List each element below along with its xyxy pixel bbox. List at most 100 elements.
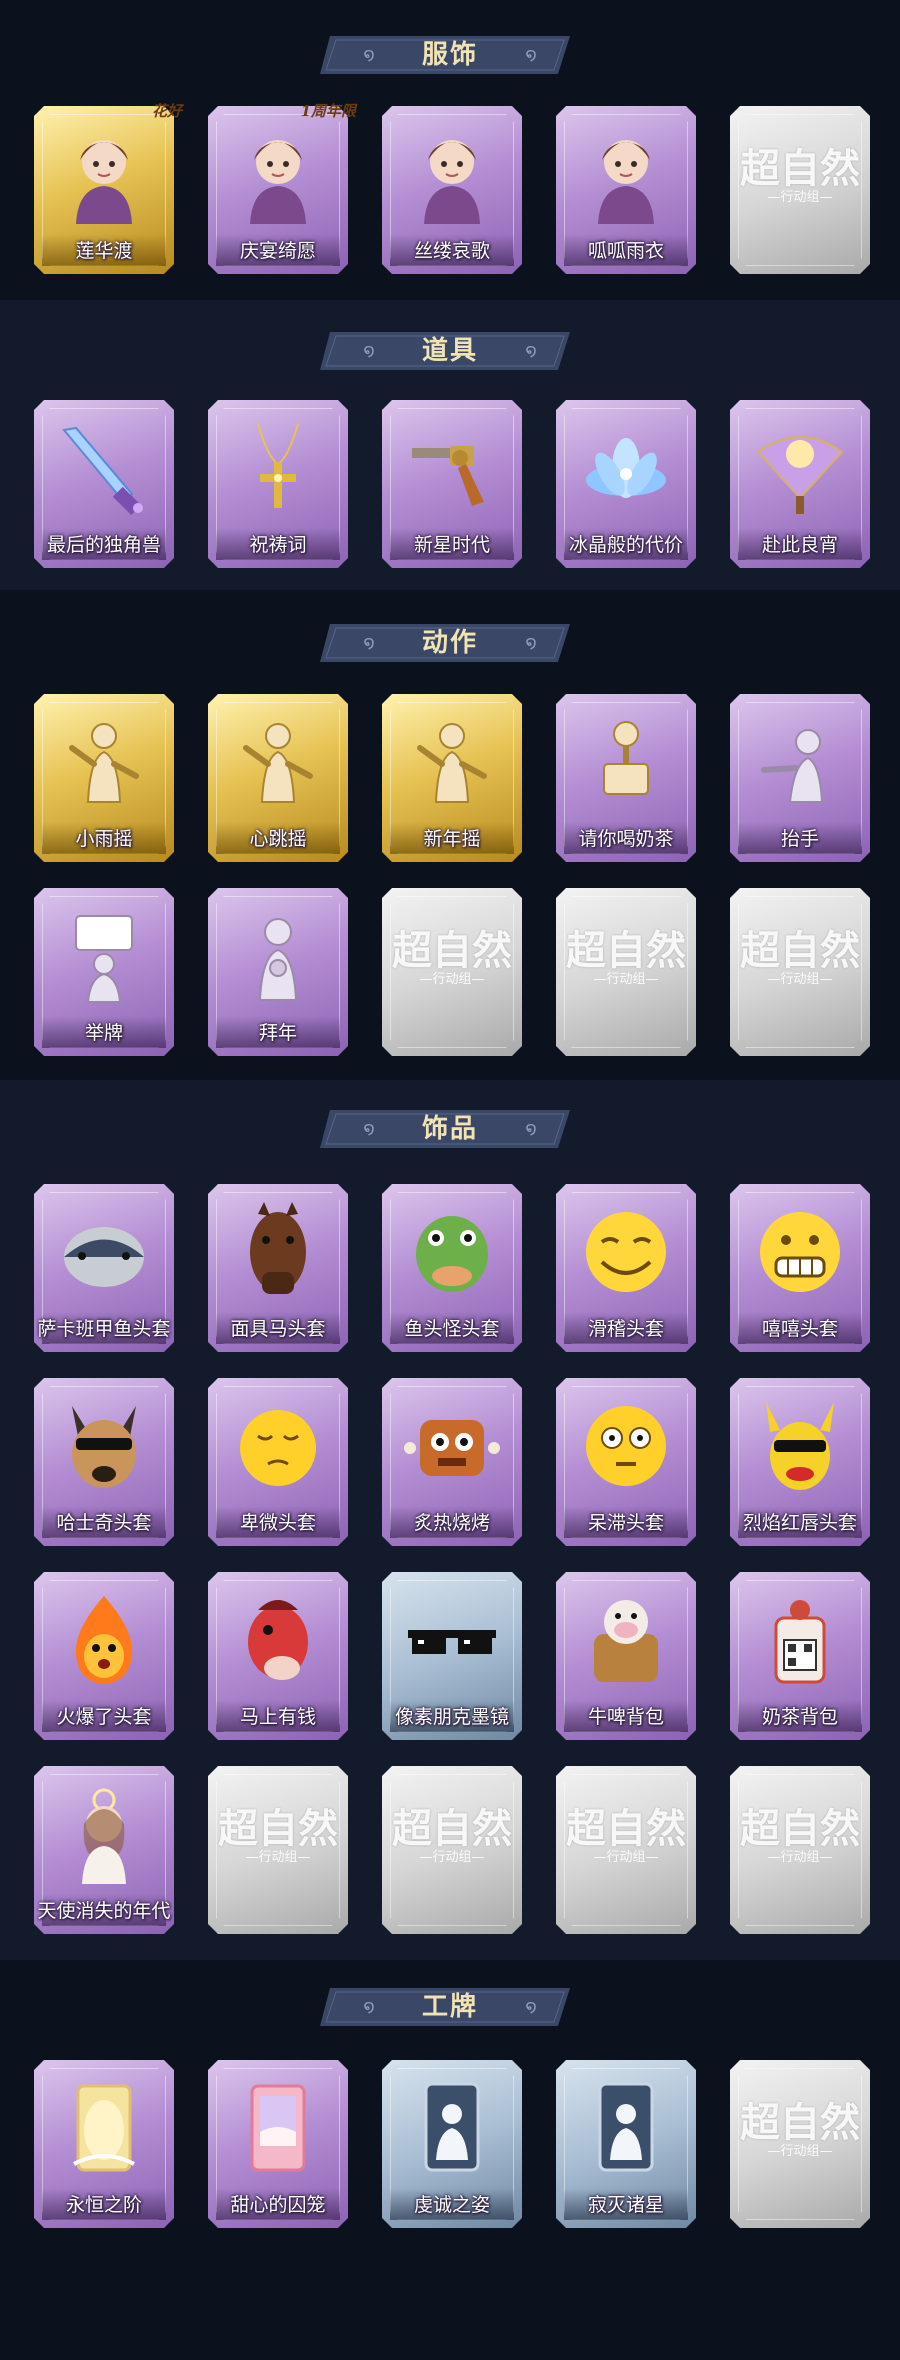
item-name: 举牌 xyxy=(84,1022,123,1044)
locked-item-card[interactable]: 超自然 —行动组— xyxy=(382,888,522,1056)
silhouette-badge-icon xyxy=(576,2078,676,2178)
item-name: 奶茶背包 xyxy=(761,1706,838,1728)
locked-item-card[interactable]: 超自然 —行动组— xyxy=(382,1766,522,1934)
item-name: 呱呱雨衣 xyxy=(587,240,664,262)
locked-item-card[interactable]: 超自然 —行动组— xyxy=(556,1766,696,1934)
item-card[interactable]: 莲华渡 花好 xyxy=(34,102,182,274)
item-name: 鱼头怪头套 xyxy=(404,1318,500,1340)
watermark-subtitle: —行动组— xyxy=(419,1850,485,1865)
costume-portrait-icon xyxy=(576,124,676,224)
item-card[interactable]: 呆滞头套 xyxy=(556,1378,696,1546)
item-card[interactable]: 庆宴绮愿 1周年限 xyxy=(208,102,356,274)
dance-pose-icon xyxy=(228,712,328,812)
item-card[interactable]: 奶茶背包 xyxy=(730,1572,870,1740)
section-header-accessories: ໑ 饰品 ໑ xyxy=(320,1106,580,1152)
horse-mask-icon xyxy=(228,1202,328,1302)
item-name: 最后的独角兽 xyxy=(46,534,161,556)
item-card[interactable]: 永恒之阶 xyxy=(34,2060,174,2228)
revolver-icon xyxy=(402,418,502,518)
item-card[interactable]: 冰晶般的代价 xyxy=(556,400,696,568)
item-name: 永恒之阶 xyxy=(65,2194,142,2216)
item-name: 心跳摇 xyxy=(249,828,307,850)
item-card[interactable]: 抬手 xyxy=(730,694,870,862)
item-card[interactable]: 滑稽头套 xyxy=(556,1184,696,1352)
item-card[interactable]: 像素朋克墨镜 xyxy=(382,1572,522,1740)
item-name: 炙热烧烤 xyxy=(413,1512,490,1534)
item-name: 寂灭诸星 xyxy=(587,2194,664,2216)
pixel-sunglasses-icon xyxy=(402,1590,502,1690)
item-card[interactable]: 赴此良宵 xyxy=(730,400,870,568)
swirl-right-icon: ໑ xyxy=(525,1118,537,1139)
fire-mask-icon xyxy=(54,1590,154,1690)
item-name: 卑微头套 xyxy=(239,1512,316,1534)
locked-item-card[interactable]: 超自然 —行动组— xyxy=(730,888,870,1056)
watermark-subtitle: —行动组— xyxy=(593,1850,659,1865)
section-header-costumes: ໑ 服饰 ໑ xyxy=(320,32,580,78)
item-card[interactable]: 萨卡班甲鱼头套 xyxy=(34,1184,174,1352)
watermark-subtitle: —行动组— xyxy=(767,1850,833,1865)
grin-face-mask-icon xyxy=(750,1202,850,1302)
ice-lotus-icon xyxy=(576,418,676,518)
dazed-face-mask-icon xyxy=(576,1396,676,1496)
item-card[interactable]: 天使消失的年代 xyxy=(34,1766,174,1934)
item-card[interactable]: 面具马头套 xyxy=(208,1184,348,1352)
item-card[interactable]: 嘻嘻头套 xyxy=(730,1184,870,1352)
swirl-right-icon: ໑ xyxy=(525,340,537,361)
item-card[interactable]: 最后的独角兽 xyxy=(34,400,174,568)
item-card[interactable]: 新星时代 xyxy=(382,400,522,568)
item-card[interactable]: 虔诚之姿 xyxy=(382,2060,522,2228)
locked-item-card[interactable]: 超自然 —行动组— xyxy=(730,106,870,274)
dance-pose-icon xyxy=(54,712,154,812)
item-name: 虔诚之姿 xyxy=(413,2194,490,2216)
red-horse-mask-icon xyxy=(228,1590,328,1690)
item-card[interactable]: 甜心的囚笼 xyxy=(208,2060,348,2228)
section-header-actions: ໑ 动作 ໑ xyxy=(320,620,580,666)
item-card[interactable]: 小雨摇 xyxy=(34,694,174,862)
item-card[interactable]: 卑微头套 xyxy=(208,1378,348,1546)
item-name: 莲华渡 xyxy=(75,240,133,262)
hold-sign-pose-icon xyxy=(54,906,154,1006)
angel-doll-icon xyxy=(54,1784,154,1884)
golden-badge-icon xyxy=(54,2078,154,2178)
item-name: 冰晶般的代价 xyxy=(568,534,683,556)
pink-badge-icon xyxy=(228,2078,328,2178)
item-name: 面具马头套 xyxy=(230,1318,326,1340)
item-name: 牛啤背包 xyxy=(587,1706,664,1728)
item-card[interactable]: 丝缕哀歌 xyxy=(382,106,522,274)
item-card[interactable]: 心跳摇 xyxy=(208,694,348,862)
item-name: 像素朋克墨镜 xyxy=(394,1706,509,1728)
costume-portrait-icon xyxy=(402,124,502,224)
item-card[interactable]: 哈士奇头套 xyxy=(34,1378,174,1546)
crystal-dagger-icon xyxy=(54,418,154,518)
locked-item-card[interactable]: 超自然 —行动组— xyxy=(208,1766,348,1934)
item-card[interactable]: 鱼头怪头套 xyxy=(382,1184,522,1352)
item-name: 赴此良宵 xyxy=(761,534,838,556)
item-card[interactable]: 炙热烧烤 xyxy=(382,1378,522,1546)
item-card[interactable]: 新年摇 xyxy=(382,694,522,862)
item-card[interactable]: 火爆了头套 xyxy=(34,1572,174,1740)
locked-item-card[interactable]: 超自然 —行动组— xyxy=(556,888,696,1056)
watermark-subtitle: —行动组— xyxy=(767,190,833,205)
new-year-greeting-pose-icon xyxy=(228,906,328,1006)
folding-fan-icon xyxy=(750,418,850,518)
item-card[interactable]: 马上有钱 xyxy=(208,1572,348,1740)
item-card[interactable]: 烈焰红唇头套 xyxy=(730,1378,870,1546)
item-name: 呆滞头套 xyxy=(587,1512,664,1534)
item-name: 庆宴绮愿 xyxy=(239,240,316,262)
costume-portrait-icon xyxy=(54,124,154,224)
item-name: 小雨摇 xyxy=(75,828,133,850)
locked-item-card[interactable]: 超自然 —行动组— xyxy=(730,2060,870,2228)
item-card[interactable]: 请你喝奶茶 xyxy=(556,694,696,862)
milk-tea-pose-icon xyxy=(576,712,676,812)
item-name: 请你喝奶茶 xyxy=(578,828,674,850)
milk-tea-backpack-icon xyxy=(750,1590,850,1690)
item-card[interactable]: 举牌 xyxy=(34,888,174,1056)
item-card[interactable]: 呱呱雨衣 xyxy=(556,106,696,274)
item-card[interactable]: 祝祷词 xyxy=(208,400,348,568)
item-card[interactable]: 拜年 xyxy=(208,888,348,1056)
locked-item-card[interactable]: 超自然 —行动组— xyxy=(730,1766,870,1934)
item-card[interactable]: 寂灭诸星 xyxy=(556,2060,696,2228)
husky-mask-icon xyxy=(54,1396,154,1496)
item-name: 烈焰红唇头套 xyxy=(742,1512,857,1534)
item-card[interactable]: 牛啤背包 xyxy=(556,1572,696,1740)
